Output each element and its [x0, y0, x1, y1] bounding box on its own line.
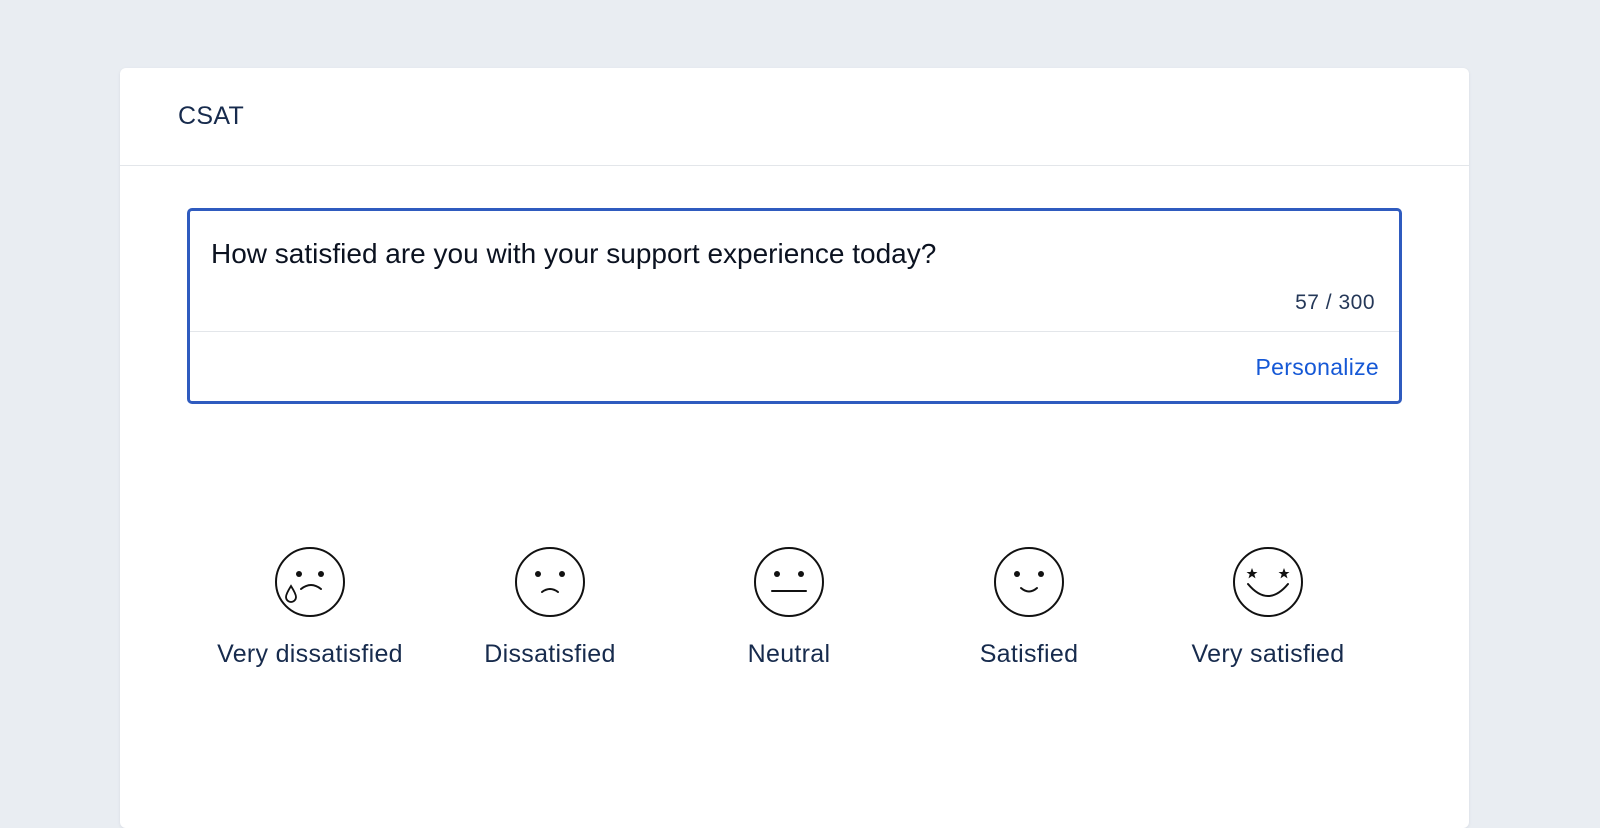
rating-label: Very satisfied — [1191, 640, 1345, 668]
frowning-face-icon — [515, 547, 585, 617]
rating-option-neutral[interactable]: Neutral — [669, 546, 909, 669]
personalize-link[interactable]: Personalize — [1256, 354, 1379, 381]
question-editor[interactable]: How satisfied are you with your support … — [187, 208, 1402, 404]
rating-label: Neutral — [747, 640, 831, 668]
rating-option-satisfied[interactable]: Satisfied — [909, 546, 1149, 669]
rating-scale: Very dissatisfied Dissatisfied Neutral S… — [120, 546, 1469, 696]
rating-option-very-satisfied[interactable]: Very satisfied — [1148, 546, 1388, 669]
rating-option-dissatisfied[interactable]: Dissatisfied — [430, 546, 670, 669]
question-input[interactable]: How satisfied are you with your support … — [211, 237, 1377, 271]
character-count: 57 / 300 — [1295, 291, 1375, 314]
neutral-face-icon — [754, 547, 824, 617]
csat-card: CSAT How satisfied are you with your sup… — [120, 68, 1469, 828]
rating-label: Very dissatisfied — [217, 640, 403, 668]
card-title: CSAT — [178, 102, 245, 130]
rating-option-very-dissatisfied[interactable]: Very dissatisfied — [190, 546, 430, 669]
star-struck-face-icon — [1233, 547, 1303, 617]
crying-face-icon — [275, 547, 345, 617]
rating-label: Dissatisfied — [484, 640, 616, 668]
rating-label: Satisfied — [979, 640, 1079, 668]
card-header: CSAT — [120, 68, 1469, 166]
smiling-face-icon — [994, 547, 1064, 617]
divider — [190, 331, 1399, 332]
